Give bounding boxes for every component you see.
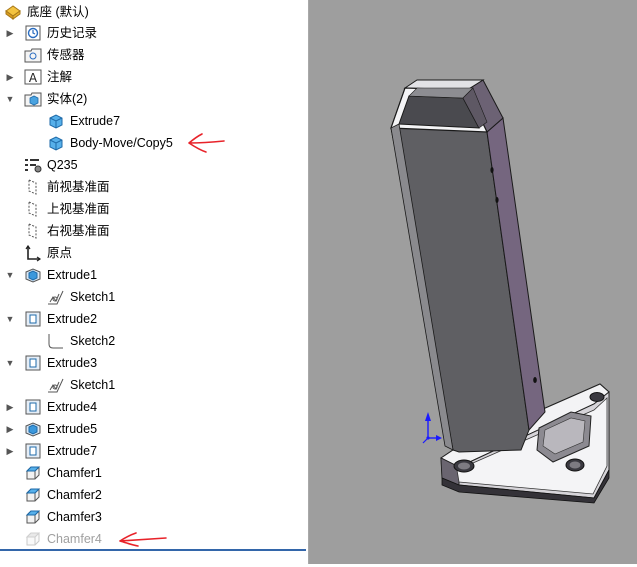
plane-icon bbox=[28, 223, 37, 239]
plane-icon bbox=[28, 201, 37, 217]
tree-item-origin[interactable]: 原点 bbox=[24, 242, 72, 264]
tree-item-chamfer1[interactable]: Chamfer1 bbox=[24, 462, 102, 484]
tree-item-extrude5[interactable]: Extrude5 bbox=[24, 418, 97, 440]
collapse-arrow-extrude2[interactable]: ▼ bbox=[4, 308, 16, 330]
solid-body-icon bbox=[49, 136, 63, 151]
chamfer-icon bbox=[25, 466, 41, 480]
svg-text:A: A bbox=[29, 71, 38, 85]
tree-item-right-plane[interactable]: 右视基准面 bbox=[24, 220, 110, 242]
expand-arrow-annotations[interactable]: ▶ bbox=[4, 66, 16, 88]
tree-item-front-plane[interactable]: 前视基准面 bbox=[24, 176, 110, 198]
solidworks-window: 底座 (默认) 历史记录 传感器 A 注解 实体(2) Extrude7 Bod… bbox=[0, 0, 637, 564]
tree-item-sensors[interactable]: 传感器 bbox=[24, 44, 85, 66]
chamfer-icon bbox=[25, 532, 41, 546]
sketch-icon bbox=[48, 378, 64, 393]
tree-item-extrude2[interactable]: Extrude2 bbox=[24, 308, 97, 330]
coordinate-triad bbox=[422, 412, 442, 444]
expand-arrow-extrude5[interactable]: ▶ bbox=[4, 418, 16, 440]
tree-item-extrude7[interactable]: Extrude7 bbox=[24, 440, 97, 462]
chamfer-icon bbox=[25, 488, 41, 502]
tree-item-sketch2[interactable]: Sketch2 bbox=[47, 330, 115, 352]
material-icon bbox=[25, 159, 42, 173]
tree-item-solid-bodies[interactable]: 实体(2) bbox=[24, 88, 87, 110]
sensor-icon bbox=[24, 48, 42, 63]
history-icon bbox=[25, 25, 41, 41]
tree-item-top-plane[interactable]: 上视基准面 bbox=[24, 198, 110, 220]
extrude-cut-icon bbox=[25, 443, 41, 459]
feature-manager-tree: 底座 (默认) 历史记录 传感器 A 注解 实体(2) Extrude7 Bod… bbox=[0, 0, 308, 564]
rollback-bar[interactable] bbox=[0, 549, 306, 551]
tree-item-sketch1[interactable]: Sketch1 bbox=[47, 286, 115, 308]
chamfer-icon bbox=[25, 510, 41, 524]
square-tube bbox=[390, 79, 546, 453]
extrude-cut-icon bbox=[25, 399, 41, 415]
expand-arrow-extrude7[interactable]: ▶ bbox=[4, 440, 16, 462]
extrude-icon bbox=[25, 422, 41, 437]
sketch-icon bbox=[48, 334, 63, 349]
tree-item-chamfer3[interactable]: Chamfer3 bbox=[24, 506, 102, 528]
model-view bbox=[390, 79, 610, 504]
collapse-arrow-solid-bodies[interactable]: ▼ bbox=[4, 88, 16, 110]
extrude-icon bbox=[25, 268, 41, 283]
tree-item-body-move-copy5[interactable]: Body-Move/Copy5 bbox=[47, 132, 173, 154]
tree-root[interactable]: 底座 (默认) bbox=[4, 1, 89, 23]
sketch-icon bbox=[48, 290, 64, 305]
tree-item-annotations[interactable]: A 注解 bbox=[24, 66, 72, 88]
tree-item-material[interactable]: Q235 bbox=[24, 154, 78, 176]
tree-item-history[interactable]: 历史记录 bbox=[24, 22, 97, 44]
red-arrow-annotation-body bbox=[188, 133, 225, 153]
extrude-cut-icon bbox=[25, 311, 41, 327]
extrude-cut-icon bbox=[25, 355, 41, 371]
solid-bodies-folder-icon bbox=[24, 92, 42, 107]
plane-icon bbox=[28, 179, 37, 195]
origin-icon bbox=[25, 244, 42, 262]
part-icon bbox=[5, 5, 21, 20]
annotation-icon: A bbox=[24, 69, 42, 85]
tree-root-label: 底座 (默认) bbox=[27, 5, 89, 19]
collapse-arrow-extrude3[interactable]: ▼ bbox=[4, 352, 16, 374]
tree-item-body-extrude7[interactable]: Extrude7 bbox=[47, 110, 120, 132]
tree-item-chamfer4[interactable]: Chamfer4 bbox=[24, 528, 102, 550]
graphics-area[interactable] bbox=[309, 0, 637, 564]
tree-item-extrude4[interactable]: Extrude4 bbox=[24, 396, 97, 418]
solid-body-icon bbox=[49, 114, 63, 129]
collapse-arrow-extrude1[interactable]: ▼ bbox=[4, 264, 16, 286]
tree-item-extrude1[interactable]: Extrude1 bbox=[24, 264, 97, 286]
tree-item-sketch1-b[interactable]: Sketch1 bbox=[47, 374, 115, 396]
red-arrow-annotation-chamfer4 bbox=[119, 532, 167, 547]
tree-item-extrude3[interactable]: Extrude3 bbox=[24, 352, 97, 374]
expand-arrow-extrude4[interactable]: ▶ bbox=[4, 396, 16, 418]
expand-arrow-history[interactable]: ▶ bbox=[4, 22, 16, 44]
tree-item-chamfer2[interactable]: Chamfer2 bbox=[24, 484, 102, 506]
